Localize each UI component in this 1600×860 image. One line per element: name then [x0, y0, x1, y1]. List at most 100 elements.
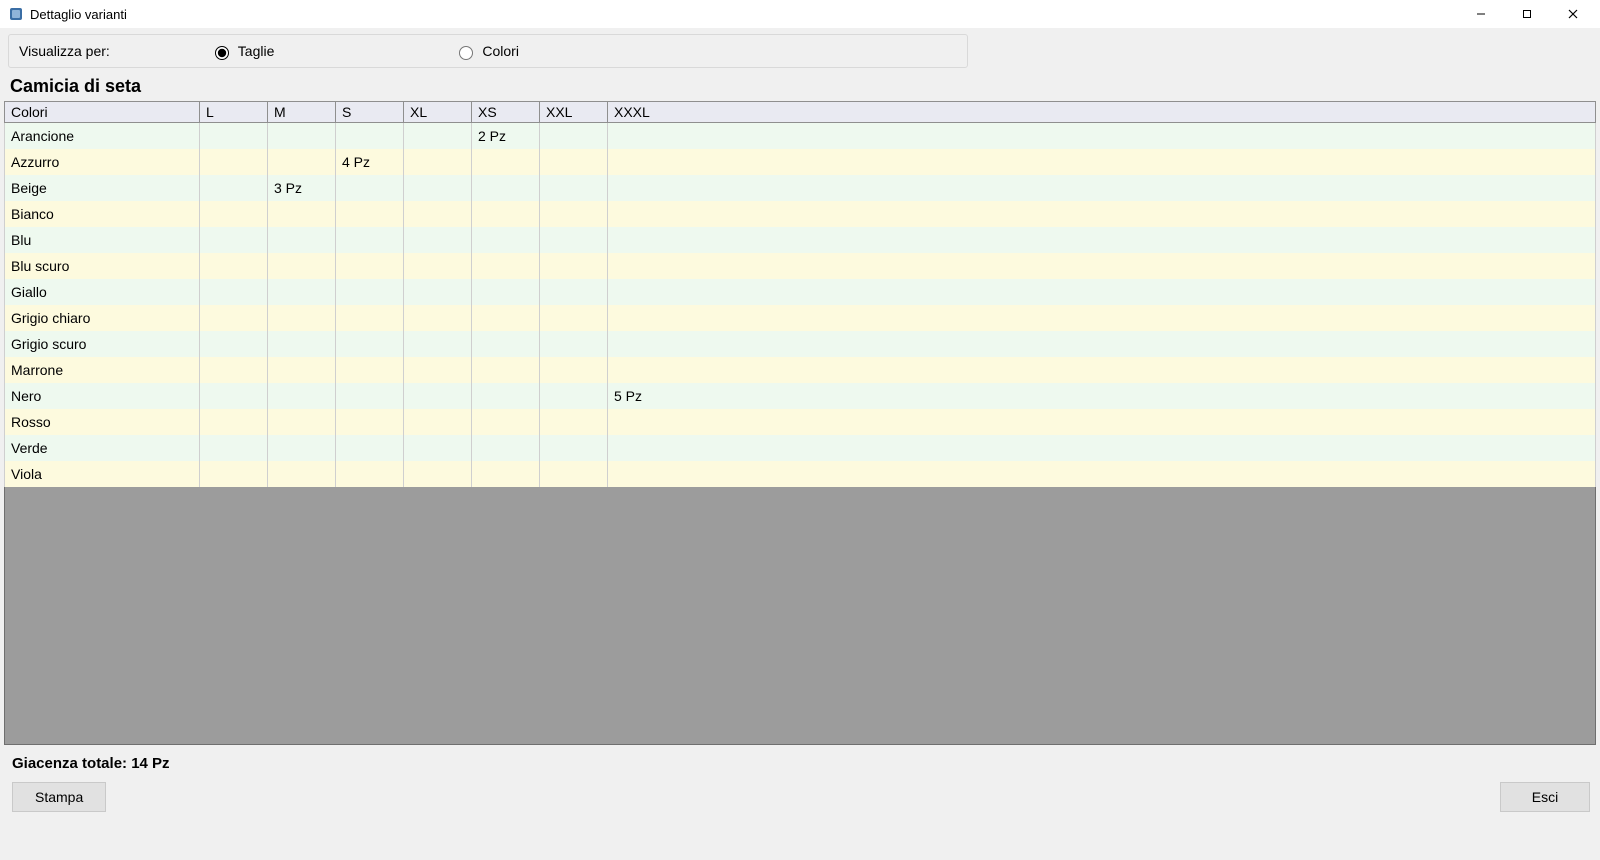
th-xs[interactable]: XS	[472, 102, 540, 123]
cell-xs[interactable]	[472, 409, 540, 435]
cell-xs[interactable]	[472, 383, 540, 409]
cell-s[interactable]	[336, 461, 404, 487]
cell-xs[interactable]	[472, 435, 540, 461]
cell-m[interactable]	[268, 357, 336, 383]
cell-l[interactable]	[200, 461, 268, 487]
cell-m[interactable]	[268, 435, 336, 461]
cell-color[interactable]: Nero	[5, 383, 200, 409]
cell-xxxl[interactable]	[608, 357, 1596, 383]
cell-xs[interactable]	[472, 175, 540, 201]
cell-xl[interactable]	[404, 227, 472, 253]
cell-color[interactable]: Marrone	[5, 357, 200, 383]
cell-xl[interactable]	[404, 409, 472, 435]
table-row[interactable]: Arancione2 Pz	[5, 123, 1596, 149]
cell-m[interactable]	[268, 123, 336, 149]
cell-m[interactable]	[268, 149, 336, 175]
table-row[interactable]: Blu	[5, 227, 1596, 253]
cell-xxl[interactable]	[540, 305, 608, 331]
th-xl[interactable]: XL	[404, 102, 472, 123]
exit-button[interactable]: Esci	[1500, 782, 1590, 812]
cell-color[interactable]: Bianco	[5, 201, 200, 227]
cell-xxxl[interactable]	[608, 201, 1596, 227]
cell-color[interactable]: Blu scuro	[5, 253, 200, 279]
cell-xl[interactable]	[404, 357, 472, 383]
cell-m[interactable]	[268, 383, 336, 409]
th-xxxl[interactable]: XXXL	[608, 102, 1596, 123]
cell-xxl[interactable]	[540, 383, 608, 409]
cell-xl[interactable]	[404, 305, 472, 331]
cell-xl[interactable]	[404, 331, 472, 357]
radio-taglie[interactable]: Taglie	[210, 43, 275, 60]
radio-colori[interactable]: Colori	[454, 43, 519, 60]
th-m[interactable]: M	[268, 102, 336, 123]
cell-xxl[interactable]	[540, 227, 608, 253]
cell-xl[interactable]	[404, 253, 472, 279]
cell-xs[interactable]	[472, 461, 540, 487]
cell-s[interactable]	[336, 357, 404, 383]
cell-color[interactable]: Grigio scuro	[5, 331, 200, 357]
table-row[interactable]: Grigio scuro	[5, 331, 1596, 357]
cell-xl[interactable]	[404, 201, 472, 227]
cell-xs[interactable]	[472, 357, 540, 383]
cell-color[interactable]: Giallo	[5, 279, 200, 305]
cell-xl[interactable]	[404, 123, 472, 149]
cell-xxxl[interactable]	[608, 149, 1596, 175]
window-maximize-button[interactable]	[1504, 0, 1550, 28]
table-row[interactable]: Giallo	[5, 279, 1596, 305]
th-xxl[interactable]: XXL	[540, 102, 608, 123]
cell-xxl[interactable]	[540, 279, 608, 305]
cell-s[interactable]	[336, 253, 404, 279]
cell-xs[interactable]	[472, 305, 540, 331]
table-row[interactable]: Azzurro4 Pz	[5, 149, 1596, 175]
cell-xl[interactable]	[404, 279, 472, 305]
cell-xxxl[interactable]	[608, 227, 1596, 253]
cell-l[interactable]	[200, 201, 268, 227]
cell-xxl[interactable]	[540, 201, 608, 227]
th-s[interactable]: S	[336, 102, 404, 123]
table-row[interactable]: Beige3 Pz	[5, 175, 1596, 201]
cell-s[interactable]	[336, 227, 404, 253]
cell-m[interactable]	[268, 331, 336, 357]
cell-l[interactable]	[200, 227, 268, 253]
cell-xs[interactable]	[472, 253, 540, 279]
cell-s[interactable]	[336, 201, 404, 227]
cell-s[interactable]	[336, 175, 404, 201]
cell-xl[interactable]	[404, 175, 472, 201]
cell-s[interactable]	[336, 305, 404, 331]
cell-xl[interactable]	[404, 149, 472, 175]
cell-l[interactable]	[200, 435, 268, 461]
cell-color[interactable]: Blu	[5, 227, 200, 253]
cell-l[interactable]	[200, 331, 268, 357]
cell-xxl[interactable]	[540, 253, 608, 279]
cell-s[interactable]	[336, 383, 404, 409]
cell-l[interactable]	[200, 305, 268, 331]
window-minimize-button[interactable]	[1458, 0, 1504, 28]
cell-l[interactable]	[200, 409, 268, 435]
cell-color[interactable]: Rosso	[5, 409, 200, 435]
cell-s[interactable]	[336, 279, 404, 305]
cell-s[interactable]: 4 Pz	[336, 149, 404, 175]
cell-m[interactable]	[268, 253, 336, 279]
cell-m[interactable]	[268, 279, 336, 305]
cell-xxxl[interactable]	[608, 305, 1596, 331]
cell-l[interactable]	[200, 357, 268, 383]
cell-l[interactable]	[200, 175, 268, 201]
cell-xl[interactable]	[404, 383, 472, 409]
table-row[interactable]: Bianco	[5, 201, 1596, 227]
cell-xs[interactable]	[472, 331, 540, 357]
print-button[interactable]: Stampa	[12, 782, 106, 812]
cell-xs[interactable]: 2 Pz	[472, 123, 540, 149]
cell-l[interactable]	[200, 279, 268, 305]
cell-m[interactable]: 3 Pz	[268, 175, 336, 201]
cell-xxxl[interactable]	[608, 123, 1596, 149]
cell-xs[interactable]	[472, 201, 540, 227]
cell-xxxl[interactable]	[608, 435, 1596, 461]
cell-s[interactable]	[336, 123, 404, 149]
table-row[interactable]: Viola	[5, 461, 1596, 487]
table-row[interactable]: Verde	[5, 435, 1596, 461]
cell-xxl[interactable]	[540, 435, 608, 461]
cell-l[interactable]	[200, 383, 268, 409]
cell-xxxl[interactable]	[608, 409, 1596, 435]
cell-xxl[interactable]	[540, 461, 608, 487]
cell-l[interactable]	[200, 253, 268, 279]
